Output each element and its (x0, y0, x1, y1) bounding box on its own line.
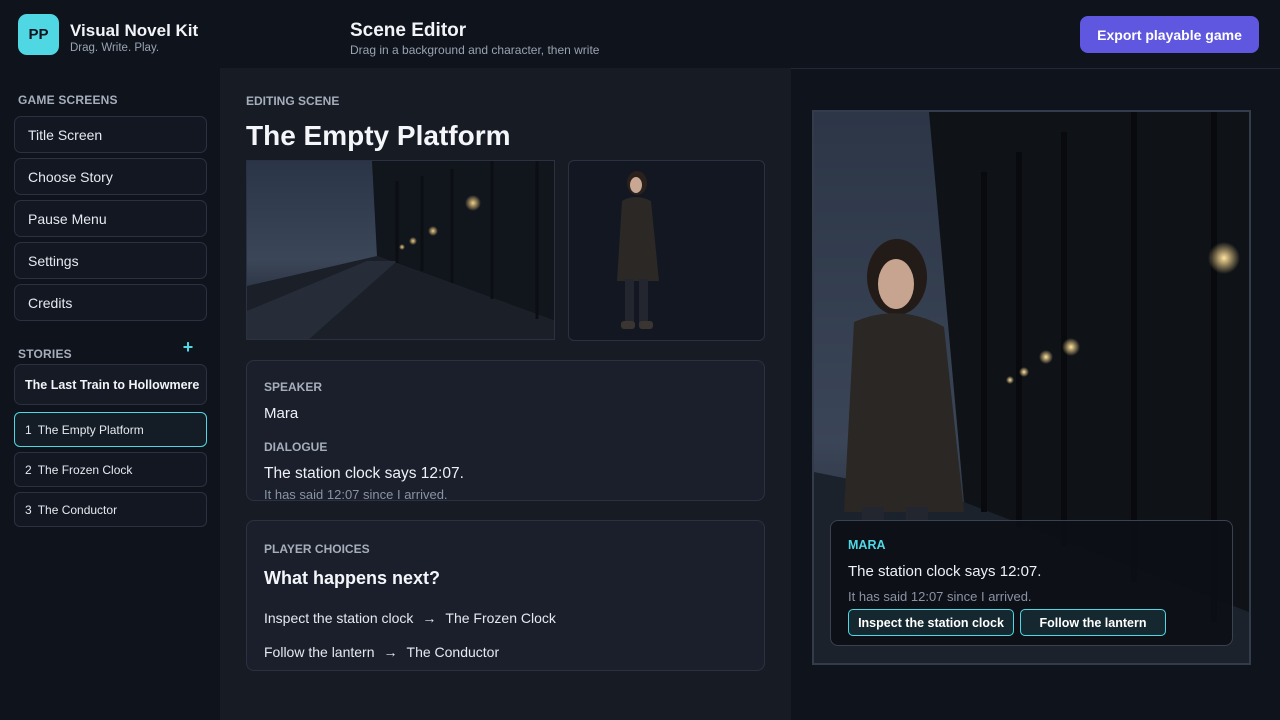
dialogue-panel: SPEAKER Mara DIALOGUE The station clock … (246, 360, 765, 502)
screen-item-settings[interactable]: Settings (14, 242, 207, 279)
preview-dialogue-box: MARA The station clock says 12:07. It ha… (830, 520, 1233, 646)
export-game-button[interactable]: Export playable game (1080, 16, 1259, 53)
scene-number: 2 (25, 462, 32, 477)
app-name: Visual Novel Kit (70, 21, 199, 40)
game-screens-label: GAME SCREENS (18, 93, 118, 107)
choice-target: The Conductor (406, 644, 500, 660)
scene-label: The Frozen Clock (37, 462, 133, 477)
dialogue-field-line2[interactable]: It has said 12:07 since I arrived. (264, 487, 448, 502)
scene-number: 1 (25, 422, 32, 437)
dialogue-field[interactable]: The station clock says 12:07. (264, 465, 464, 483)
choices-question[interactable]: What happens next? (264, 568, 440, 589)
add-story-icon[interactable]: + (180, 338, 196, 356)
choice-row[interactable]: Follow the lantern → The Conductor (264, 644, 499, 660)
choice-text: Follow the lantern (264, 644, 375, 660)
scene-label: The Empty Platform (37, 422, 144, 437)
scene-title: The Empty Platform (246, 120, 511, 151)
screen-item-credits[interactable]: Credits (14, 284, 207, 321)
app-logo: PP (18, 14, 59, 55)
app-tagline: Drag. Write. Play. (70, 42, 160, 54)
editing-scene-label: EDITING SCENE (246, 94, 340, 108)
character-image (617, 171, 659, 329)
preview-choice-follow-lantern[interactable]: Follow the lantern (1020, 609, 1166, 636)
sidebar: GAME SCREENS Title Screen Choose Story P… (0, 68, 220, 720)
preview-speaker-name: MARA (848, 538, 886, 552)
scene-item-conductor[interactable]: 3 The Conductor (14, 492, 207, 527)
stories-label: STORIES (18, 347, 72, 361)
arrow-right-icon: → (422, 610, 437, 626)
scene-item-empty-platform[interactable]: 1 The Empty Platform (14, 412, 207, 447)
choice-row[interactable]: Inspect the station clock → The Frozen Clo… (264, 610, 556, 626)
preview-choice-inspect-clock[interactable]: Inspect the station clock (848, 609, 1014, 636)
page-title: Scene Editor (350, 20, 467, 41)
arrow-right-icon: → (383, 644, 398, 660)
screen-item-pause-menu[interactable]: Pause Menu (14, 200, 207, 237)
screen-item-title-screen[interactable]: Title Screen (14, 116, 207, 153)
top-bar: PP Visual Novel Kit Drag. Write. Play. S… (0, 0, 1280, 68)
dialogue-label: DIALOGUE (264, 440, 328, 454)
scene-label: The Conductor (37, 502, 118, 517)
background-thumbnail[interactable] (246, 160, 555, 340)
background-image (247, 161, 554, 339)
scene-number: 3 (25, 502, 32, 517)
scene-item-frozen-clock[interactable]: 2 The Frozen Clock (14, 452, 207, 487)
story-card[interactable]: The Last Train to Hollowmere (14, 364, 207, 405)
player-choices-label: PLAYER CHOICES (264, 542, 370, 556)
scene-editor-panel: EDITING SCENE The Empty Platform SPEAKER… (220, 68, 791, 720)
preview-dialogue-line2: It has said 12:07 since I arrived. (848, 589, 1032, 604)
speaker-label: SPEAKER (264, 380, 323, 394)
player-choices-panel: PLAYER CHOICES What happens next? Inspec… (246, 520, 765, 671)
page-subtitle: Drag in a background and character, then… (350, 43, 600, 57)
choice-target: The Frozen Clock (445, 610, 556, 626)
speaker-field[interactable]: Mara (264, 405, 298, 422)
preview-dialogue-line: The station clock says 12:07. (848, 563, 1042, 580)
character-thumbnail[interactable] (568, 160, 765, 341)
screen-item-choose-story[interactable]: Choose Story (14, 158, 207, 195)
choice-text: Inspect the station clock (264, 610, 414, 626)
